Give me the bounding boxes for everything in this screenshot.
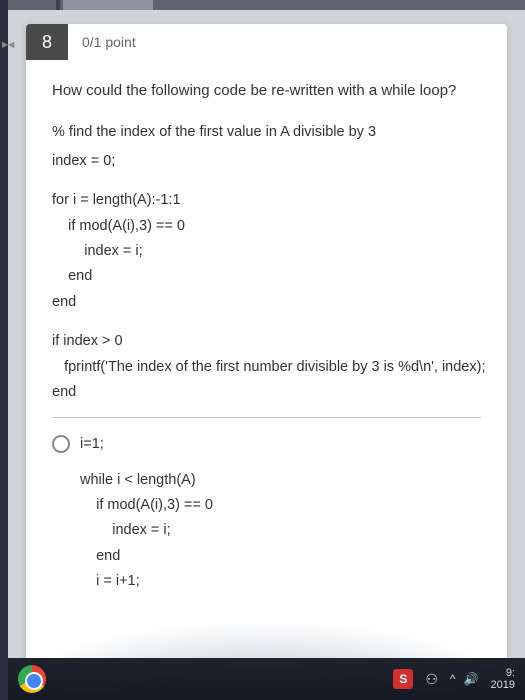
code-comment: % find the index of the first value in A…	[52, 120, 481, 145]
taskbar: S ⚇ ^ 🔊 9: 2019	[8, 658, 525, 700]
question-card: 8 0/1 point How could the following code…	[26, 24, 507, 658]
clock[interactable]: 9: 2019	[491, 667, 515, 691]
people-icon[interactable]: ⚇	[425, 671, 438, 688]
tab-bar	[8, 0, 525, 10]
question-prompt: How could the following code be re-writt…	[52, 78, 481, 104]
question-number-badge: 8	[26, 24, 68, 60]
radio-icon[interactable]	[52, 435, 70, 453]
question-header: 8 0/1 point	[26, 24, 507, 60]
browser-content: 8 0/1 point How could the following code…	[8, 0, 525, 658]
divider	[52, 417, 481, 418]
chrome-icon[interactable]	[18, 665, 46, 693]
s-app-icon[interactable]: S	[393, 669, 413, 689]
sound-icon[interactable]: 🔊	[464, 672, 479, 686]
tab-separator	[56, 0, 60, 10]
taskbar-left	[8, 665, 46, 693]
tray-icons: ^ 🔊	[450, 672, 479, 686]
answer-option[interactable]: i=1; while i < length(A) if mod(A(i),3) …	[52, 432, 481, 594]
question-body: How could the following code be re-writt…	[26, 60, 507, 595]
code-if-block: if index > 0 fprintf('The index of the f…	[52, 329, 481, 405]
screen-bezel	[0, 0, 8, 700]
answer-while-code: while i < length(A) if mod(A(i),3) == 0 …	[80, 468, 481, 595]
time-line2: 2019	[491, 679, 515, 691]
collapse-arrow-icon: ▶◀	[2, 40, 14, 49]
chevron-up-icon[interactable]: ^	[450, 672, 456, 686]
time-line1: 9:	[491, 667, 515, 679]
code-line: index = 0;	[52, 149, 481, 174]
code-for-loop: for i = length(A):-1:1 if mod(A(i),3) ==…	[52, 188, 481, 315]
points-label: 0/1 point	[68, 34, 136, 50]
answer-first-line: i=1;	[80, 432, 481, 457]
taskbar-right: S ⚇ ^ 🔊 9: 2019	[393, 667, 515, 691]
active-tab[interactable]	[63, 0, 153, 10]
